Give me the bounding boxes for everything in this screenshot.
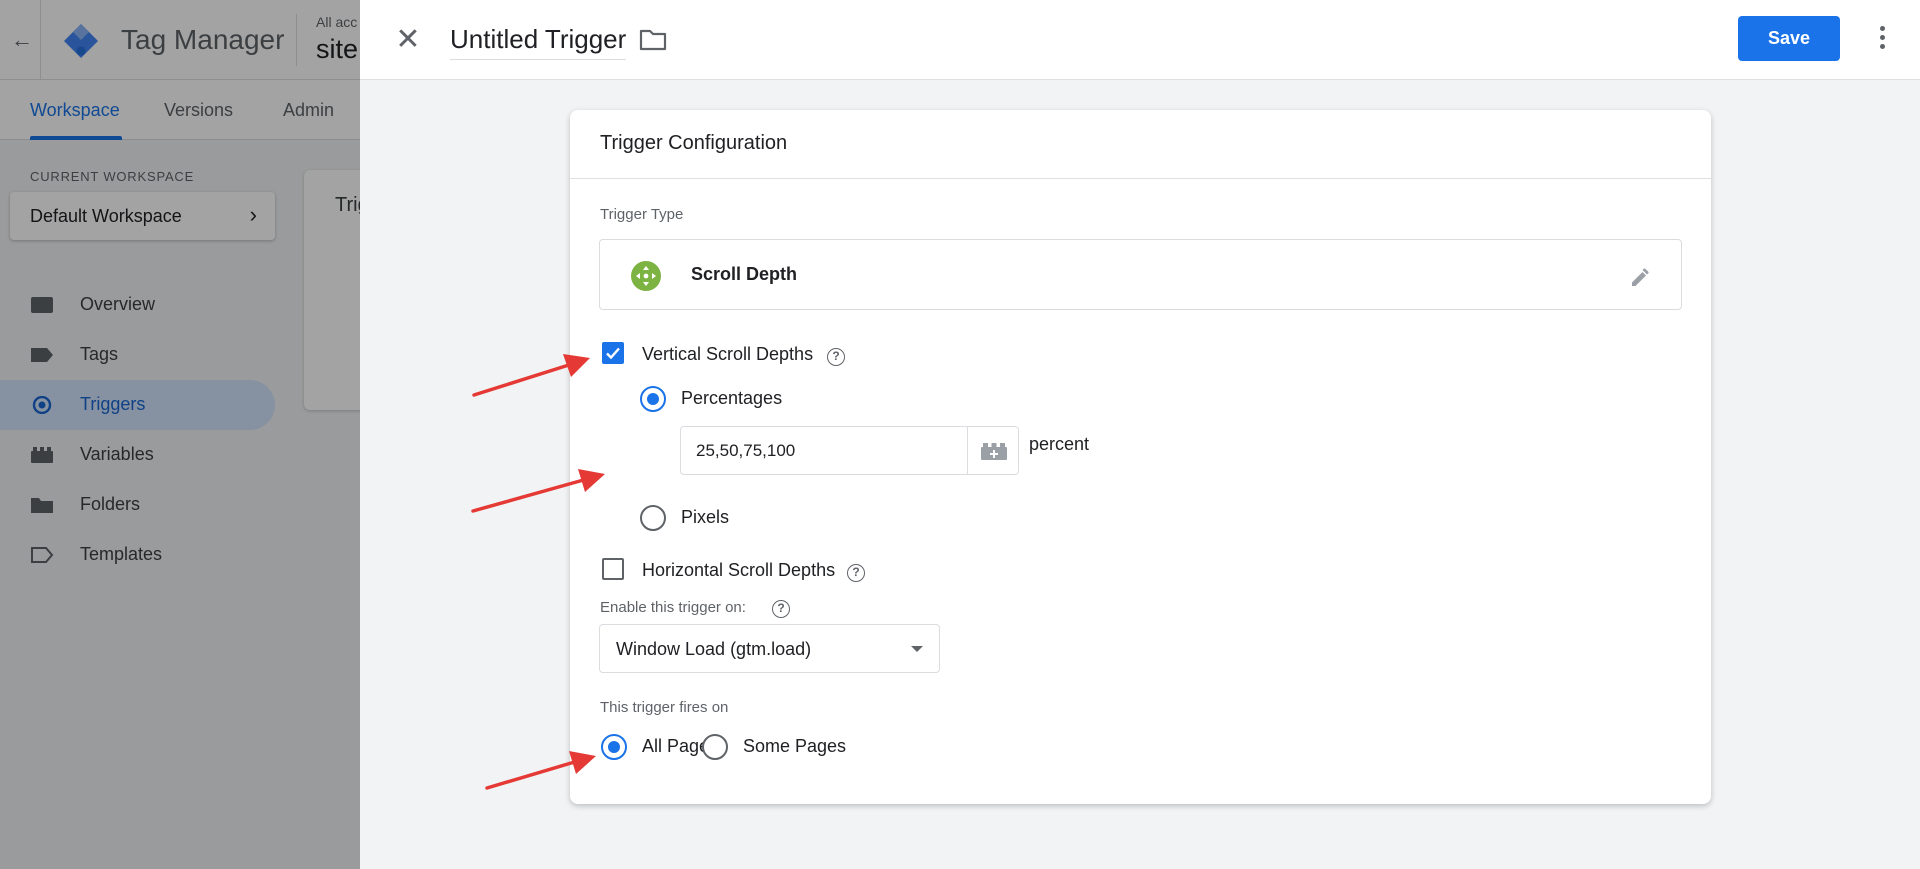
vertical-scroll-checkbox[interactable] [602, 342, 624, 364]
variable-brick-icon [981, 443, 1007, 460]
some-pages-radio[interactable] [702, 734, 728, 760]
trigger-editor-panel: ✕ Untitled Trigger Save Trigger Configur… [360, 0, 1920, 869]
pencil-edit-icon[interactable] [1627, 262, 1655, 290]
horizontal-scroll-label: Horizontal Scroll Depths [642, 560, 836, 580]
fires-on-label: This trigger fires on [600, 699, 729, 716]
trigger-type-name: Scroll Depth [691, 264, 798, 284]
more-vert-icon[interactable] [1870, 22, 1894, 56]
trigger-name-field[interactable]: Untitled Trigger [450, 24, 627, 60]
close-icon[interactable]: ✕ [390, 22, 426, 58]
percentages-input[interactable] [680, 426, 968, 475]
help-icon[interactable]: ? [847, 564, 865, 582]
save-button[interactable]: Save [1738, 16, 1840, 61]
help-icon[interactable]: ? [827, 348, 845, 366]
folder-outline-icon[interactable] [638, 28, 668, 52]
scroll-depth-icon [631, 261, 661, 291]
horizontal-scroll-checkbox[interactable] [602, 558, 624, 580]
percent-unit-label: percent [1029, 434, 1090, 454]
editor-header: ✕ Untitled Trigger Save [360, 0, 1920, 80]
percentages-radio[interactable] [640, 386, 666, 412]
trigger-type-selector[interactable]: Scroll Depth [599, 239, 1682, 310]
pixels-label: Pixels [681, 507, 730, 527]
insert-variable-button[interactable] [967, 426, 1019, 475]
trigger-type-label: Trigger Type [600, 206, 684, 223]
help-icon[interactable]: ? [772, 600, 790, 618]
some-pages-label: Some Pages [743, 736, 847, 756]
percentages-label: Percentages [681, 388, 783, 408]
card-title: Trigger Configuration [600, 132, 788, 154]
vertical-scroll-label: Vertical Scroll Depths [642, 344, 814, 364]
enable-trigger-label: Enable this trigger on: [600, 599, 746, 616]
trigger-configuration-card: Trigger Configuration Trigger Type Scrol… [570, 110, 1711, 804]
all-pages-radio[interactable] [601, 734, 627, 760]
enable-trigger-value: Window Load (gtm.load) [616, 639, 812, 659]
dropdown-arrow-icon [911, 646, 923, 652]
enable-trigger-select[interactable]: Window Load (gtm.load) [599, 624, 940, 673]
checkmark-icon [606, 347, 620, 360]
pixels-radio[interactable] [640, 505, 666, 531]
